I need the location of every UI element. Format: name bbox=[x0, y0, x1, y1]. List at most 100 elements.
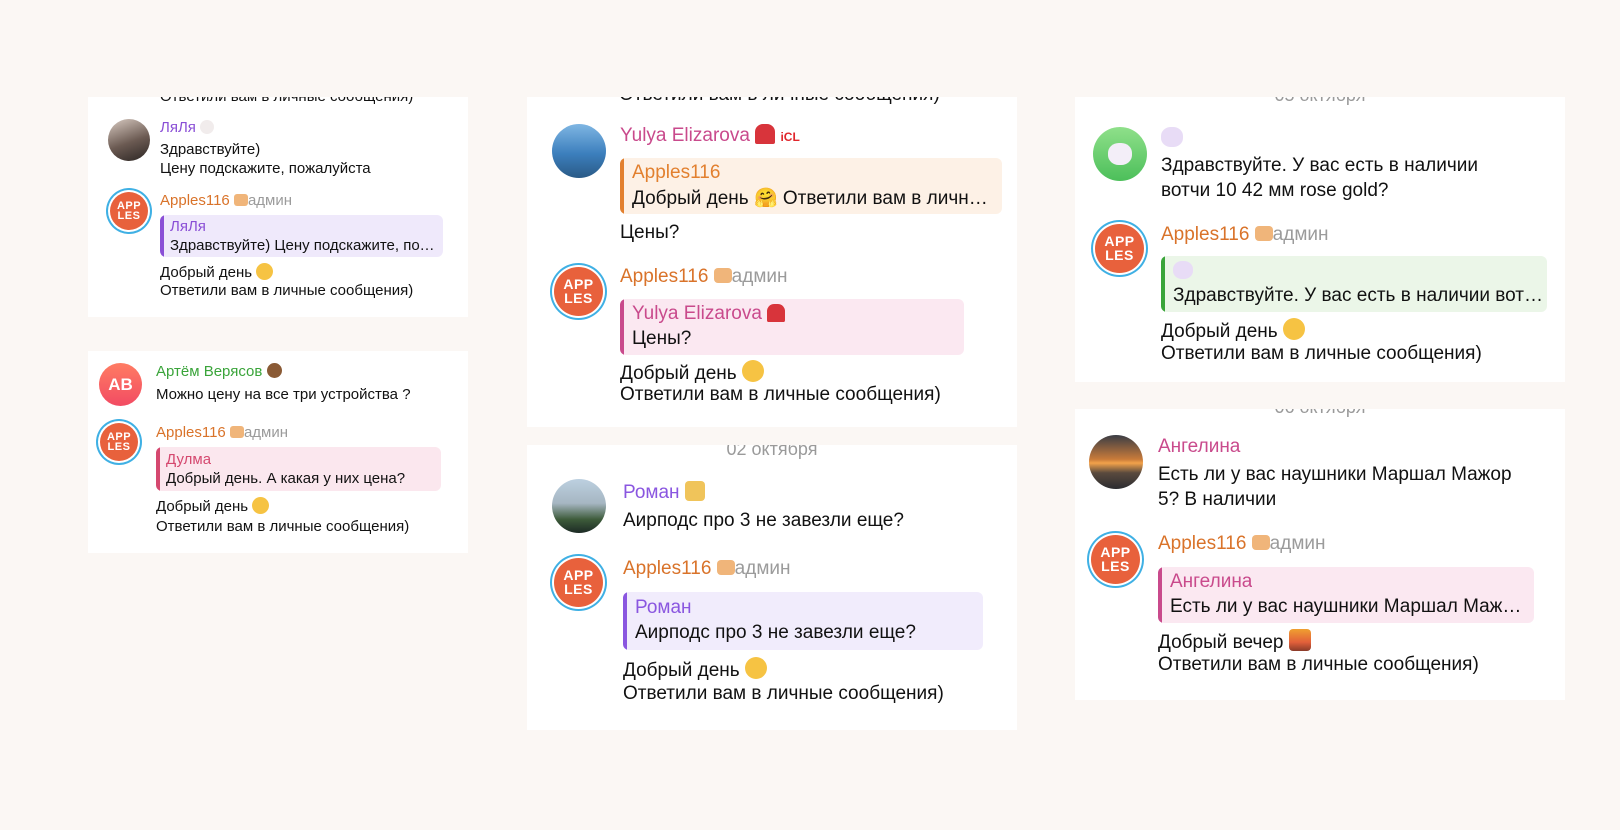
unicorn-emoji-icon bbox=[1161, 127, 1183, 147]
quote-text: Аирподс про 3 не завезли еще? bbox=[635, 622, 916, 643]
hugging-face-emoji-icon bbox=[256, 263, 274, 280]
sender-name-yulya[interactable]: Yulya Elizarova iCL bbox=[620, 124, 800, 147]
sender-name-unicorn[interactable] bbox=[1161, 127, 1183, 150]
sender-name-apples116[interactable]: Apples116 админ bbox=[1161, 224, 1329, 246]
admin-badge: админ bbox=[1272, 224, 1329, 245]
technologist-emoji-icon bbox=[684, 481, 705, 501]
sunset-emoji-icon bbox=[1288, 629, 1311, 651]
sender-name-apples116[interactable]: Apples116 админ bbox=[623, 558, 791, 580]
sender-name-apples116[interactable]: Apples116 админ bbox=[156, 424, 288, 441]
message-line: Здравствуйте) bbox=[160, 141, 261, 158]
message-line: Ответили вам в личные сообщения) bbox=[1161, 343, 1482, 364]
sender-name-lyalya[interactable]: ЛяЛя bbox=[160, 119, 215, 136]
cat-emoji-icon bbox=[233, 194, 248, 206]
cat-emoji-icon bbox=[713, 268, 732, 283]
rabbit-emoji-icon bbox=[200, 120, 215, 134]
sender-name-roman[interactable]: Роман bbox=[623, 481, 705, 504]
message-line: Ответили вам в личные сообщения) bbox=[160, 282, 414, 299]
cat-emoji-icon bbox=[229, 426, 244, 438]
apples116-avatar[interactable]: APP LES bbox=[110, 192, 148, 230]
message-line: вотчи 10 42 мм rose gold? bbox=[1161, 180, 1389, 201]
message-line: Ответили вам в личные сообщения) bbox=[620, 384, 941, 405]
reply-quote[interactable]: Здравствуйте. У вас есть в наличии вотчи… bbox=[1161, 256, 1547, 312]
quote-text: Добрый день 🤗 Ответили вам в личные сооб… bbox=[632, 188, 996, 209]
quote-bar bbox=[623, 592, 627, 650]
chat-card-2: AB Артём Верясов Можно цену на все три у… bbox=[88, 351, 468, 553]
quote-bar bbox=[620, 299, 624, 355]
apples116-avatar[interactable]: APP LES bbox=[554, 558, 603, 607]
user-avatar-yulya[interactable] bbox=[552, 124, 606, 178]
quote-text: Здравствуйте) Цену подскажите, пожалуйст… bbox=[170, 237, 436, 254]
reply-quote[interactable]: Ангелина Есть ли у вас наушники Маршал М… bbox=[1158, 567, 1534, 623]
dancer-emoji-icon bbox=[755, 124, 776, 144]
user-avatar-unicorn[interactable] bbox=[1093, 127, 1147, 181]
unicorn-emoji-icon bbox=[1173, 261, 1193, 279]
apples116-avatar[interactable]: APP LES bbox=[1095, 224, 1144, 273]
message-line: Добрый день bbox=[156, 497, 270, 515]
quote-text: Здравствуйте. У вас есть в наличии вотчи… bbox=[1173, 285, 1543, 306]
quote-bar bbox=[1158, 567, 1162, 623]
message-line: Добрый вечер bbox=[1158, 629, 1311, 654]
quote-text: Добрый день. А какая у них цена? bbox=[166, 470, 406, 487]
sender-name-artem[interactable]: Артём Верясов bbox=[156, 363, 282, 380]
bear-emoji-icon bbox=[266, 363, 282, 378]
sender-name-apples116[interactable]: Apples116 админ bbox=[160, 192, 292, 209]
quote-text: Цены? bbox=[632, 328, 692, 349]
quote-sender: Yulya Elizarova bbox=[632, 303, 786, 325]
quote-sender: Apples116 bbox=[632, 162, 721, 183]
reply-quote[interactable]: Yulya Elizarova Цены? bbox=[620, 299, 964, 355]
chat-card-5: 05 октября Здравствуйте. У вас есть в на… bbox=[1075, 97, 1565, 382]
cat-emoji-icon bbox=[1254, 226, 1273, 241]
unicorn-emoji-icon bbox=[1108, 143, 1132, 165]
message-line: Здравствуйте. У вас есть в наличии bbox=[1161, 155, 1478, 176]
chat-card-4: 02 октября Роман Аирподс про 3 не завезл… bbox=[527, 445, 1017, 730]
chat-card-6: 06 октября Ангелина Есть ли у вас наушни… bbox=[1075, 409, 1565, 700]
admin-badge: админ bbox=[731, 266, 788, 287]
quote-text: Есть ли у вас наушники Маршал Мажор 5? В… bbox=[1170, 596, 1530, 617]
hugging-face-emoji-icon bbox=[252, 497, 270, 514]
admin-badge: админ bbox=[1269, 533, 1326, 554]
message-line: Ответили вам в личные сообщения) bbox=[623, 683, 944, 704]
message-line: Добрый день bbox=[160, 263, 274, 281]
user-avatar-artem[interactable]: AB bbox=[99, 363, 142, 406]
cat-emoji-icon bbox=[1251, 535, 1270, 550]
apples116-avatar[interactable]: APP LES bbox=[100, 423, 138, 461]
date-separator: 02 октября bbox=[726, 445, 818, 459]
cut-off-message: Ответили вам в личные сообщения) bbox=[619, 97, 1017, 106]
quote-sender: Роман bbox=[635, 597, 692, 618]
message-line: Аирподс про 3 не завезли еще? bbox=[623, 510, 904, 531]
apples116-avatar[interactable]: APP LES bbox=[1091, 535, 1140, 584]
message-line: Цену подскажите, пожалуйста bbox=[160, 160, 371, 177]
message-line: Ответили вам в личные сообщения) bbox=[156, 518, 410, 535]
message-line: Цены? bbox=[620, 222, 680, 243]
message-line: Добрый день bbox=[620, 360, 764, 385]
quote-sender: ЛяЛя bbox=[170, 218, 206, 235]
reply-quote[interactable]: Apples116 Добрый день 🤗 Ответили вам в л… bbox=[620, 158, 1002, 214]
message-line: Добрый день bbox=[623, 657, 767, 682]
cut-off-message: Ответили вам в личные сообщения) bbox=[160, 97, 468, 105]
icl-tag: iCL bbox=[780, 130, 800, 144]
user-avatar-lyalya[interactable] bbox=[108, 119, 150, 161]
user-avatar-roman[interactable] bbox=[552, 479, 606, 533]
sender-name-apples116[interactable]: Apples116 админ bbox=[620, 266, 788, 288]
admin-badge: админ bbox=[247, 192, 293, 209]
quote-sender: Ангелина bbox=[1170, 571, 1253, 592]
reply-quote[interactable]: ЛяЛя Здравствуйте) Цену подскажите, пожа… bbox=[160, 215, 443, 257]
hugging-face-emoji-icon bbox=[744, 657, 767, 679]
date-separator: 05 октября bbox=[1075, 97, 1565, 106]
reply-quote[interactable]: Дулма Добрый день. А какая у них цена? bbox=[156, 447, 441, 491]
reply-quote[interactable]: Роман Аирподс про 3 не завезли еще? bbox=[623, 592, 983, 650]
quote-sender bbox=[1173, 260, 1193, 282]
apples116-avatar[interactable]: APP LES bbox=[554, 267, 603, 316]
sender-name-apples116[interactable]: Apples116 админ bbox=[1158, 533, 1326, 555]
message-line: Есть ли у вас наушники Маршал Мажор bbox=[1158, 464, 1512, 485]
user-avatar-angelina[interactable] bbox=[1089, 435, 1143, 489]
quote-bar bbox=[1161, 256, 1165, 312]
cat-emoji-icon bbox=[716, 560, 735, 575]
sender-name-angelina[interactable]: Ангелина bbox=[1158, 436, 1240, 458]
dancer-emoji-icon bbox=[767, 304, 786, 322]
quote-bar bbox=[620, 158, 624, 214]
message-line: Добрый день bbox=[1161, 318, 1305, 343]
admin-badge: админ bbox=[243, 424, 289, 441]
quote-bar bbox=[156, 447, 160, 491]
